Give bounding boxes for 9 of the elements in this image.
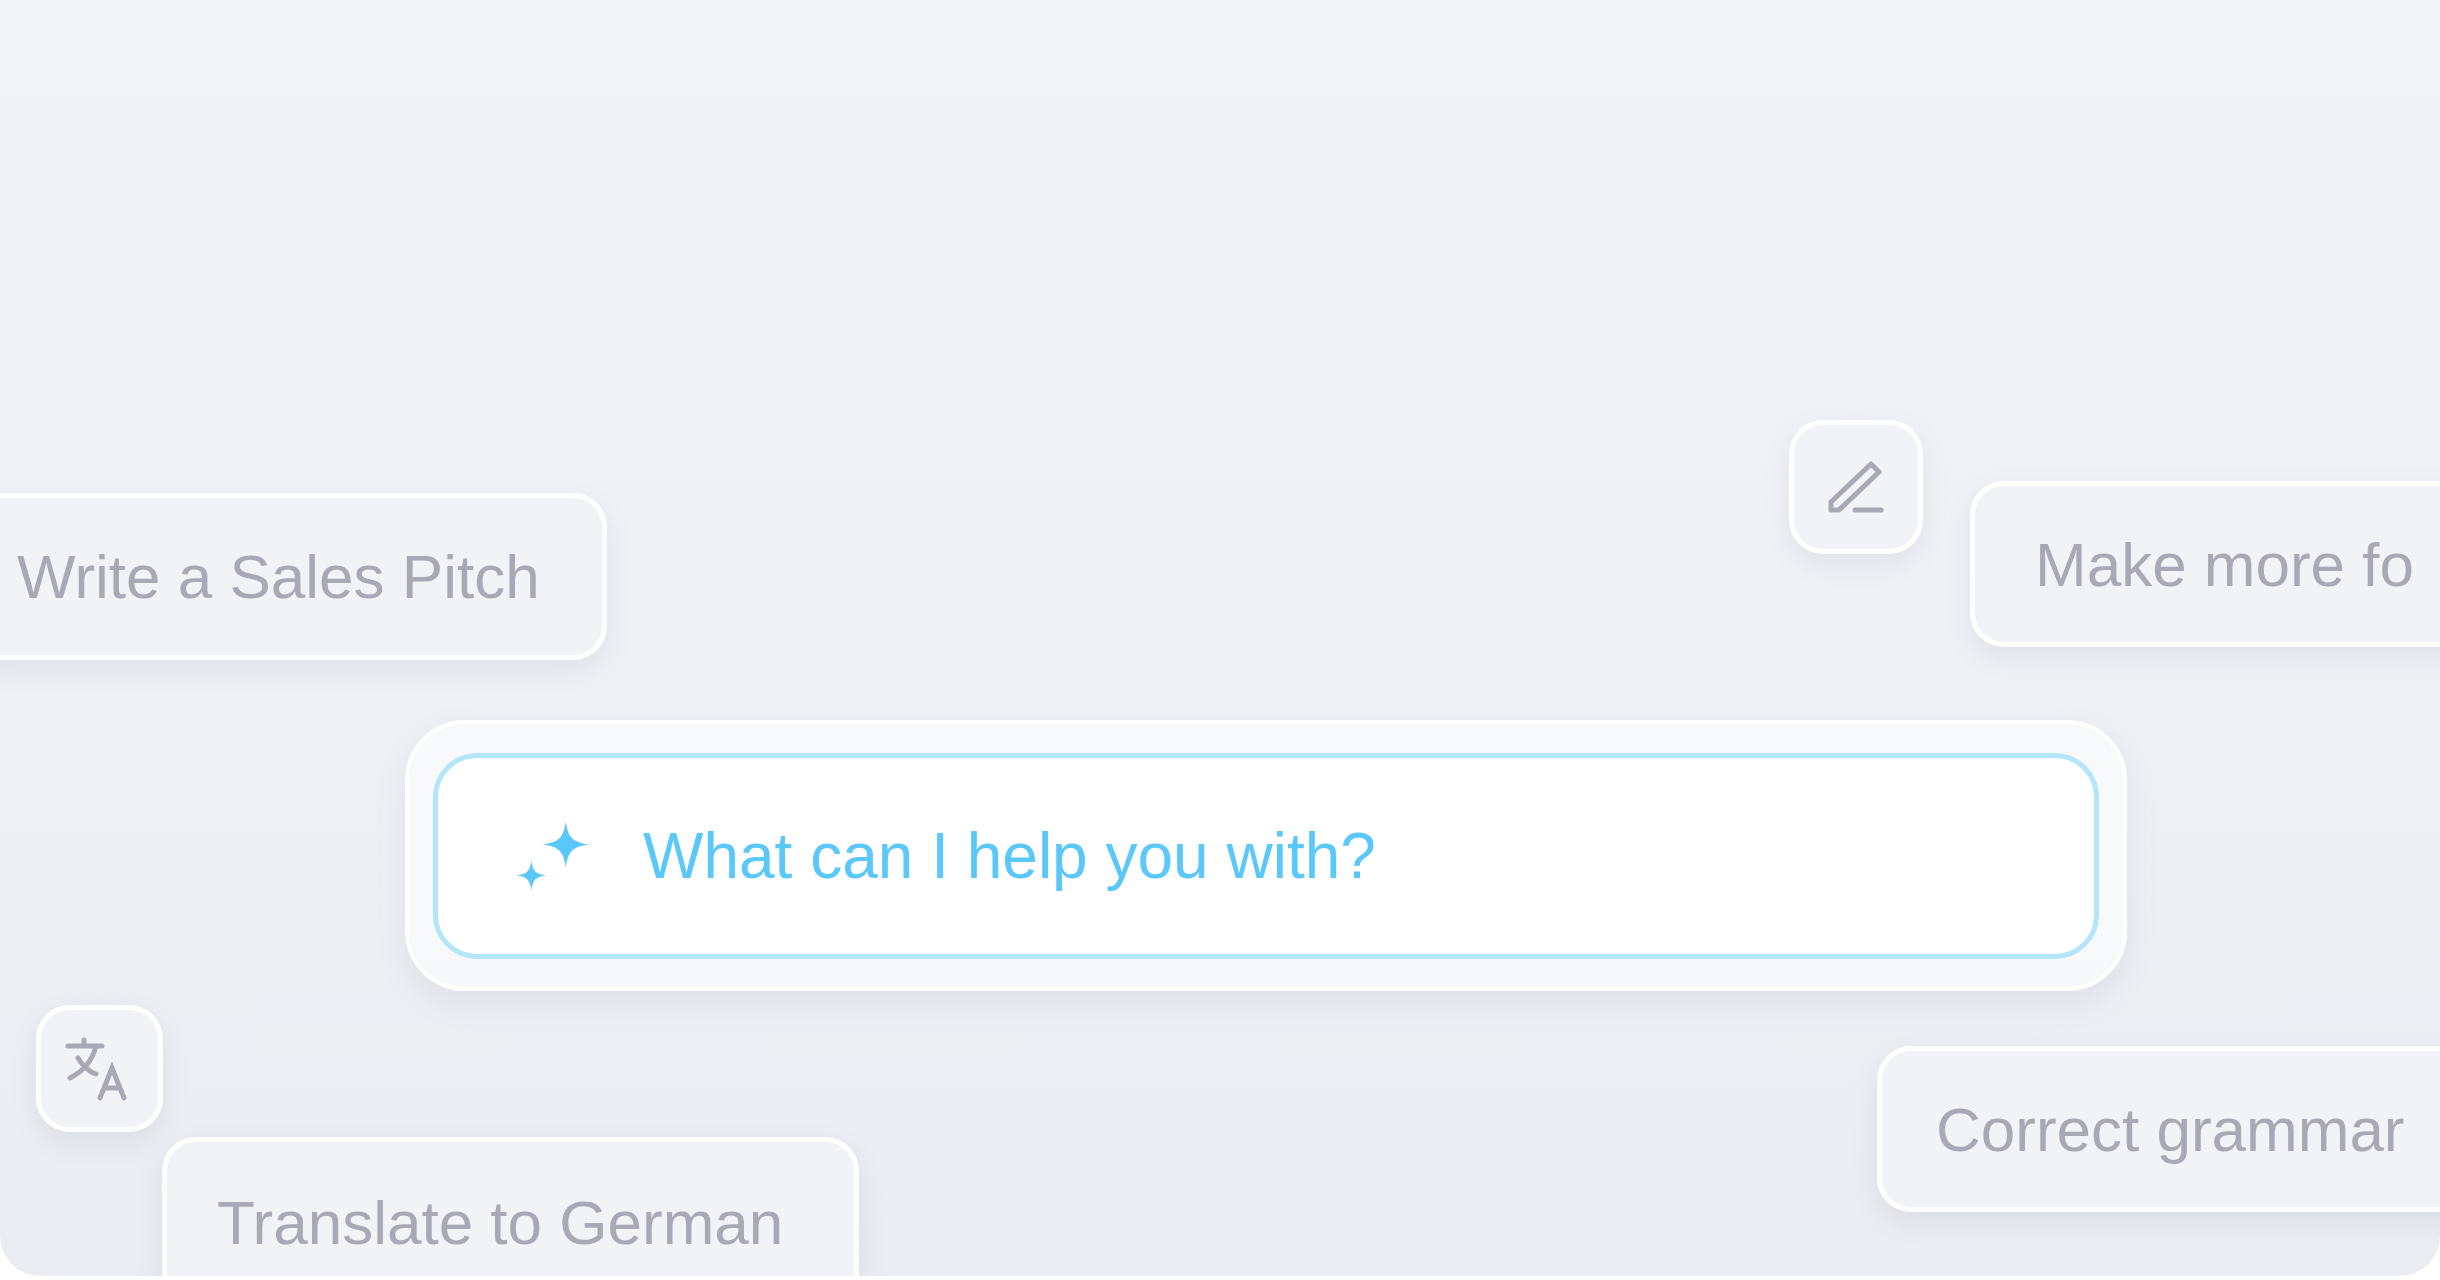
suggestion-chip[interactable]: Translate to German [162, 1137, 859, 1276]
pencil-icon-button[interactable] [1789, 420, 1923, 554]
suggestion-chip[interactable]: Write a Sales Pitch [0, 493, 607, 660]
prompt-input[interactable]: What can I help you with? [641, 806, 2094, 905]
suggestion-chip[interactable]: Correct grammar [1877, 1046, 2440, 1212]
suggestion-chip[interactable]: Make more fo [1970, 481, 2440, 647]
prompt-field[interactable]: What can I help you with? [433, 752, 2099, 959]
pencil-icon [1827, 460, 1885, 514]
translate-icon-button[interactable] [36, 1005, 163, 1132]
